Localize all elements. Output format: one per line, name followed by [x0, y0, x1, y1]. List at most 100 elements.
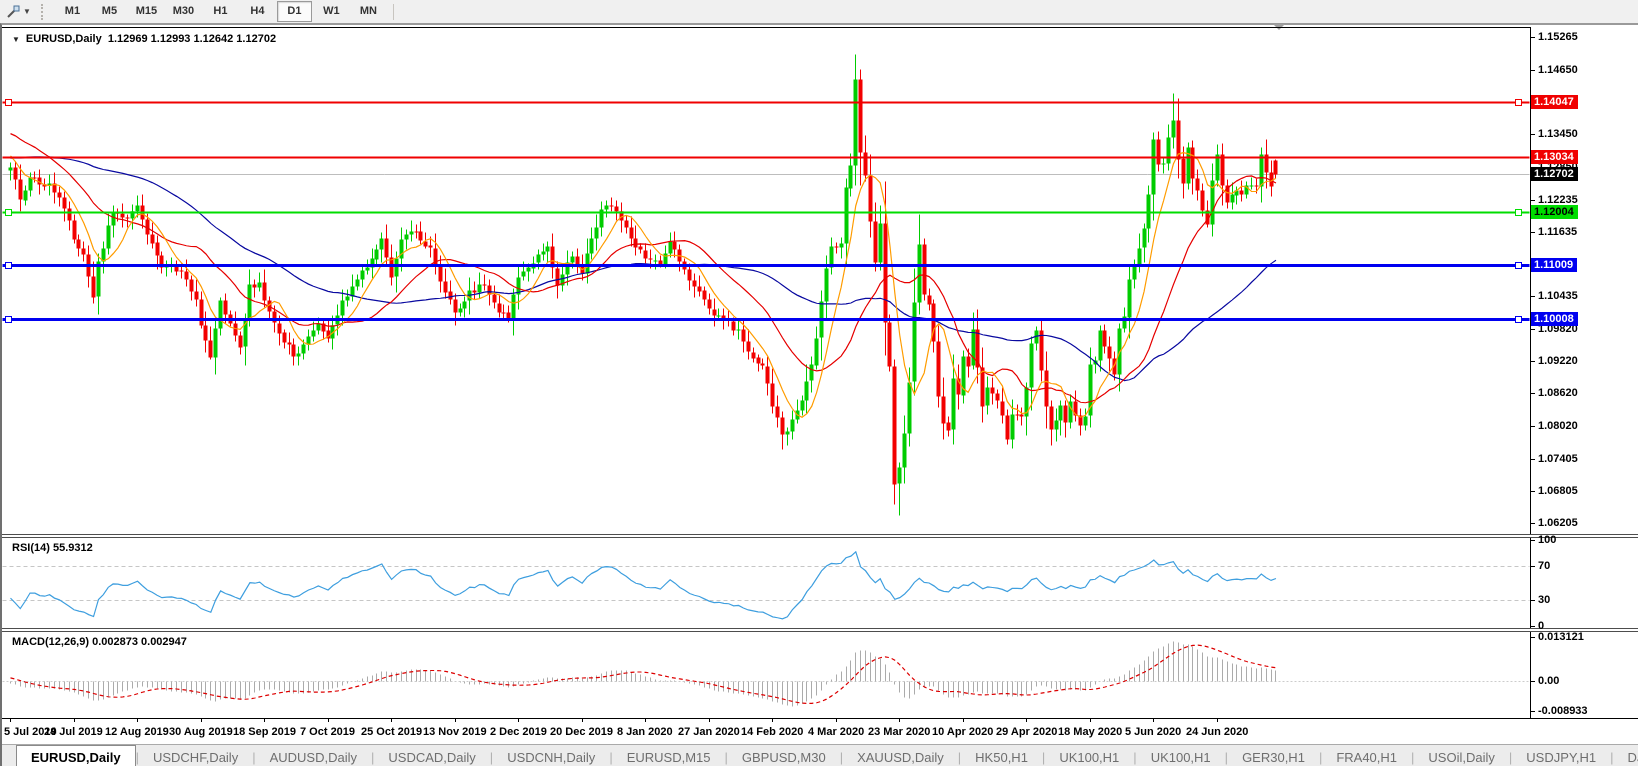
axis-tickmark: [1531, 458, 1535, 460]
plot-top-border: [2, 27, 1530, 28]
date-axis-label: 23 Mar 2020: [868, 726, 931, 738]
price-axis-border: [1530, 27, 1531, 718]
symbol-tab-fra40-h1[interactable]: FRA40,H1: [1322, 745, 1411, 766]
timeframe-button-w1[interactable]: W1: [314, 1, 349, 22]
chart-symbol-period: EURUSD,Daily: [25, 33, 102, 45]
axis-tickmark: [1531, 710, 1535, 712]
timeframe-button-m1[interactable]: M1: [55, 1, 90, 22]
date-tickmark: [201, 719, 202, 722]
price-axis-tick: 1.12235: [1538, 193, 1578, 206]
price-axis-tick: 1.10435: [1538, 290, 1578, 303]
symbol-tab-dj30-m15[interactable]: DJ30,M15: [1614, 745, 1638, 766]
toolbar-grip[interactable]: [40, 3, 46, 20]
price-chart-canvas[interactable]: [2, 27, 1530, 534]
date-tickmark: [10, 719, 11, 722]
date-tickmark: [963, 719, 964, 722]
price-axis-tick: 1.14650: [1538, 63, 1578, 76]
timeframe-button-d1[interactable]: D1: [276, 1, 312, 22]
date-axis-label: 2 Dec 2019: [490, 726, 547, 738]
date-axis-label: 29 Apr 2020: [996, 726, 1058, 738]
date-tickmark: [645, 719, 646, 722]
axis-tickmark: [1531, 37, 1535, 38]
timeframe-button-m5[interactable]: M5: [92, 1, 127, 22]
date-tickmark: [455, 719, 456, 722]
date-axis-label: 24 Jul 2019: [44, 726, 103, 738]
date-axis-label: 10 Apr 2020: [932, 726, 994, 738]
symbol-tab-eurusd-m15[interactable]: EURUSD,M15: [613, 745, 725, 766]
symbol-tab-audusd-daily[interactable]: AUDUSD,Daily: [256, 745, 371, 766]
axis-tickmark: [1531, 600, 1535, 602]
hline-price-label: 1.14047: [1531, 95, 1578, 110]
date-tickmark: [1026, 719, 1027, 722]
symbol-tab-usdcad-daily[interactable]: USDCAD,Daily: [374, 745, 489, 766]
panel-splitter-rsi[interactable]: [2, 534, 1638, 538]
date-axis-label: 18 Sep 2019: [233, 726, 296, 738]
date-tickmark: [1217, 719, 1218, 722]
axis-tickmark: [1531, 199, 1535, 201]
hline-price-label: 1.10008: [1531, 311, 1578, 326]
date-axis-label: 4 Mar 2020: [808, 726, 865, 738]
date-tickmark: [709, 719, 710, 722]
date-tickmark: [264, 719, 265, 722]
chart-tool-button[interactable]: ▼: [0, 5, 35, 19]
hline-price-label: 1.11009: [1531, 258, 1578, 273]
date-axis-label: 14 Feb 2020: [741, 726, 804, 738]
date-tickmark: [137, 719, 138, 722]
macd-axis-tick: -0.008933: [1538, 704, 1588, 717]
date-axis-label: 20 Dec 2019: [550, 726, 613, 738]
axis-tickmark: [1531, 425, 1535, 427]
hline-price-label: 1.12004: [1531, 204, 1578, 219]
date-tickmark: [1090, 719, 1091, 722]
axis-tickmark: [1531, 361, 1535, 363]
date-tickmark: [1153, 719, 1154, 722]
timeframe-button-m30[interactable]: M30: [166, 1, 201, 22]
date-tickmark: [328, 719, 329, 722]
price-axis-tick: 1.06805: [1538, 484, 1578, 497]
axis-tickmark: [1531, 296, 1535, 298]
timeframe-toolbar: ▼ M1 M5 M15 M30 H1 H4 D1 W1 MN: [0, 0, 1638, 24]
chart-ohlc-values: 1.12969 1.12993 1.12642 1.12702: [107, 33, 277, 45]
date-tickmark: [391, 719, 392, 722]
rsi-panel-canvas[interactable]: [2, 538, 1530, 628]
timeframe-button-h1[interactable]: H1: [203, 1, 238, 22]
date-axis-label: 24 Jun 2020: [1186, 726, 1249, 738]
date-tickmark: [74, 719, 75, 722]
axis-tickmark: [1531, 626, 1535, 627]
chart-title: ▼ EURUSD,Daily 1.12969 1.12993 1.12642 1.…: [12, 33, 276, 45]
axis-tickmark: [1531, 329, 1535, 331]
date-tickmark: [836, 719, 837, 722]
current-price-label: 1.12702: [1531, 167, 1578, 181]
macd-axis-tick: 0.013121: [1538, 630, 1584, 643]
symbol-tab-uk100-h1[interactable]: UK100,H1: [1045, 745, 1133, 766]
symbol-tab-xauusd-daily[interactable]: XAUUSD,Daily: [843, 745, 958, 766]
panel-splitter-macd[interactable]: [2, 628, 1638, 632]
symbol-tab-hk50-h1[interactable]: HK50,H1: [961, 745, 1042, 766]
symbol-tab-usdchf-daily[interactable]: USDCHF,Daily: [139, 745, 252, 766]
hline-price-label: 1.13034: [1531, 149, 1578, 164]
symbol-tab-usdcnh-daily[interactable]: USDCNH,Daily: [493, 745, 609, 766]
date-axis-label: 13 Nov 2019: [423, 726, 487, 738]
macd-panel-canvas[interactable]: [2, 632, 1530, 718]
axis-tickmark: [1531, 231, 1535, 233]
symbol-tab-usdjpy-h1[interactable]: USDJPY,H1: [1512, 745, 1610, 766]
price-axis-tick: 1.06205: [1538, 516, 1578, 529]
date-axis[interactable]: 5 Jul 2019 24 Jul 2019 12 Aug 2019 30 Aug 2…: [2, 718, 1638, 745]
timeframe-button-h4[interactable]: H4: [240, 1, 275, 22]
symbol-dropdown-icon[interactable]: ▼: [12, 35, 20, 44]
axis-tickmark: [1531, 522, 1535, 524]
symbol-tab-uk100-h1[interactable]: UK100,H1: [1137, 745, 1225, 766]
date-axis-label: 8 Jan 2020: [617, 726, 673, 738]
chart-window: ▼ EURUSD,Daily 1.12969 1.12993 1.12642 1.…: [0, 23, 1638, 766]
axis-tickmark: [1531, 540, 1535, 541]
symbol-tab-eurusd-daily[interactable]: EURUSD,Daily: [16, 745, 136, 766]
price-axis-tick: 1.07405: [1538, 452, 1578, 465]
timeframe-button-m15[interactable]: M15: [129, 1, 164, 22]
toolbar-divider: [392, 3, 394, 20]
timeframe-button-mn[interactable]: MN: [351, 1, 386, 22]
symbol-tab-usoil-daily[interactable]: USOil,Daily: [1414, 745, 1508, 766]
symbol-tab-gbpusd-m30[interactable]: GBPUSD,M30: [728, 745, 840, 766]
axis-tickmark: [1531, 69, 1535, 71]
symbol-tab-ger30-h1[interactable]: GER30,H1: [1228, 745, 1319, 766]
axis-tickmark: [1531, 681, 1535, 682]
price-axis-tick: 1.11635: [1538, 225, 1578, 238]
